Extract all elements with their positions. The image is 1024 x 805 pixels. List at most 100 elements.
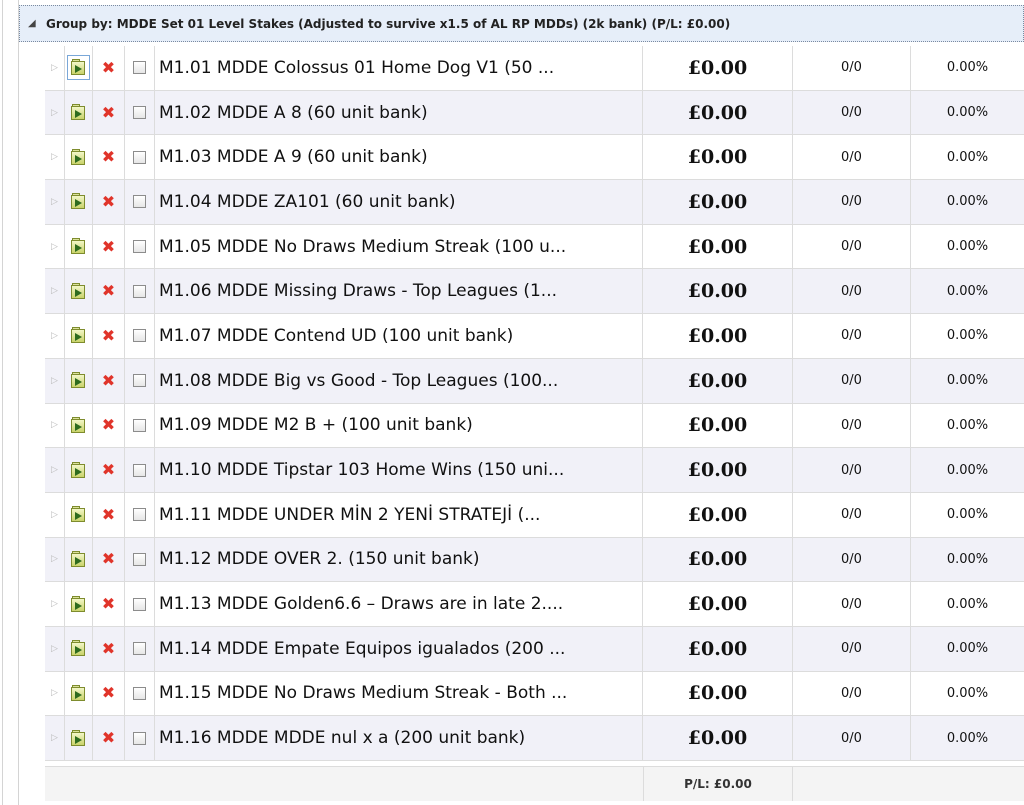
system-name[interactable]: M1.08 MDDE Big vs Good - Top Leagues (10… — [155, 358, 643, 403]
expand-arrow-icon[interactable]: ▷ — [51, 242, 58, 252]
delete-x-icon[interactable]: ✖ — [102, 417, 115, 433]
system-name[interactable]: M1.13 MDDE Golden6.6 – Draws are in late… — [155, 582, 643, 626]
table-row[interactable]: ▷ ✖ M1.02 MDDE A 8 (60 unit bank) £0.00 0/0 0… — [45, 90, 1024, 136]
system-name[interactable]: M1.03 MDDE A 9 (60 unit bank) — [155, 135, 643, 180]
row-checkbox[interactable] — [133, 418, 146, 432]
delete-x-icon[interactable]: ✖ — [102, 193, 115, 210]
open-system-icon[interactable] — [71, 506, 86, 523]
system-name[interactable]: M1.01 MDDE Colossus 01 Home Dog V1 (50 .… — [155, 46, 643, 90]
open-system-icon[interactable] — [71, 327, 86, 344]
open-system-icon[interactable] — [67, 55, 90, 81]
delete-x-icon[interactable]: ✖ — [102, 327, 115, 344]
row-checkbox[interactable] — [133, 552, 146, 566]
row-checkbox[interactable] — [133, 508, 146, 522]
system-name[interactable]: M1.14 MDDE Empate Equipos igualados (200… — [155, 626, 643, 671]
open-system-icon[interactable] — [71, 104, 86, 121]
expand-arrow-icon[interactable]: ▷ — [51, 644, 58, 654]
system-name[interactable]: M1.10 MDDE Tipstar 103 Home Wins (150 un… — [155, 448, 643, 492]
expand-arrow-icon[interactable]: ▷ — [51, 733, 58, 743]
strike-rate: 0.00% — [946, 417, 989, 433]
expand-arrow-icon[interactable]: ▷ — [51, 286, 58, 296]
expand-arrow-icon[interactable]: ▷ — [51, 331, 58, 341]
expand-arrow-icon[interactable]: ▷ — [51, 420, 58, 430]
expand-arrow-icon[interactable]: ▷ — [51, 376, 58, 386]
system-name[interactable]: M1.04 MDDE ZA101 (60 unit bank) — [155, 180, 643, 224]
delete-x-icon[interactable]: ✖ — [102, 596, 115, 612]
table-row[interactable]: ▷ ✖ M1.04 MDDE ZA101 (60 unit bank) £0.00 0/… — [45, 180, 1024, 225]
row-checkbox[interactable] — [133, 463, 146, 477]
open-system-icon[interactable] — [71, 640, 86, 657]
open-system-icon[interactable] — [71, 238, 86, 255]
expand-arrow-icon[interactable]: ▷ — [51, 510, 58, 520]
system-name[interactable]: M1.16 MDDE MDDE nul x a (200 unit bank) — [155, 716, 643, 760]
row-checkbox[interactable] — [133, 374, 146, 388]
system-name[interactable]: M1.06 MDDE Missing Draws - Top Leagues (… — [155, 269, 643, 314]
row-checkbox[interactable] — [133, 731, 146, 745]
expand-arrow-icon[interactable]: ▷ — [51, 197, 58, 207]
row-checkbox[interactable] — [133, 240, 146, 254]
expand-arrow-icon[interactable]: ▷ — [51, 465, 58, 475]
row-checkbox[interactable] — [133, 642, 146, 656]
table-row[interactable]: ▷ ✖ M1.03 MDDE A 9 (60 unit bank) £0.00 0/0 0… — [45, 135, 1024, 181]
delete-x-icon[interactable]: ✖ — [102, 238, 115, 255]
delete-x-icon[interactable]: ✖ — [102, 462, 115, 478]
table-row[interactable]: ▷ ✖ M1.10 MDDE Tipstar 103 Home Wins (150 … — [45, 448, 1024, 493]
expand-arrow-icon[interactable]: ▷ — [51, 554, 58, 564]
row-checkbox[interactable] — [133, 686, 146, 700]
row-checkbox[interactable] — [133, 61, 146, 75]
delete-x-icon[interactable]: ✖ — [102, 730, 115, 746]
row-checkbox[interactable] — [133, 106, 146, 120]
open-system-icon[interactable] — [71, 416, 86, 434]
table-row[interactable]: ▷ ✖ M1.12 MDDE OVER 2. (150 unit bank) £0.0… — [45, 537, 1024, 583]
system-name[interactable]: M1.02 MDDE A 8 (60 unit bank) — [155, 90, 643, 135]
open-system-icon[interactable] — [71, 148, 86, 166]
open-system-icon[interactable] — [71, 193, 86, 210]
table-row[interactable]: ▷ ✖ M1.07 MDDE Contend UD (100 unit bank) £… — [45, 314, 1024, 359]
system-name[interactable]: M1.12 MDDE OVER 2. (150 unit bank) — [155, 537, 643, 582]
delete-x-icon[interactable]: ✖ — [102, 283, 115, 299]
system-name[interactable]: M1.15 MDDE No Draws Medium Streak - Both… — [155, 671, 643, 716]
open-system-icon[interactable] — [71, 595, 86, 613]
delete-x-icon[interactable]: ✖ — [102, 104, 115, 121]
open-system-icon[interactable] — [71, 729, 86, 747]
system-name[interactable]: M1.07 MDDE Contend UD (100 unit bank) — [155, 314, 643, 358]
expand-arrow-icon[interactable]: ▷ — [51, 108, 58, 118]
delete-x-icon[interactable]: ✖ — [102, 149, 115, 165]
expand-arrow-icon[interactable]: ▷ — [51, 599, 58, 609]
expand-arrow-icon[interactable]: ▷ — [51, 63, 58, 73]
open-system-icon[interactable] — [71, 461, 86, 479]
expand-arrow-icon[interactable]: ▷ — [51, 152, 58, 162]
system-name[interactable]: M1.05 MDDE No Draws Medium Streak (100 u… — [155, 224, 643, 269]
delete-x-icon[interactable]: ✖ — [102, 59, 115, 76]
delete-x-icon[interactable]: ✖ — [102, 506, 115, 523]
delete-x-icon[interactable]: ✖ — [102, 685, 115, 701]
open-system-icon[interactable] — [71, 372, 86, 389]
table-row[interactable]: ▷ ✖ M1.11 MDDE UNDER MİN 2 YENİ STRATEJİ (… — [45, 492, 1024, 538]
table-row[interactable]: ▷ ✖ M1.15 MDDE No Draws Medium Streak - Bo… — [45, 671, 1024, 717]
table-row[interactable]: ▷ ✖ M1.08 MDDE Big vs Good - Top Leagues (… — [45, 358, 1024, 404]
row-checkbox[interactable] — [133, 597, 146, 611]
delete-x-icon[interactable]: ✖ — [102, 551, 115, 567]
row-checkbox[interactable] — [133, 329, 146, 343]
delete-x-icon[interactable]: ✖ — [102, 372, 115, 389]
collapse-triangle-icon[interactable]: ◢ — [28, 18, 40, 29]
profit-loss: £0.00 — [643, 671, 793, 716]
row-checkbox[interactable] — [133, 195, 146, 209]
table-row[interactable]: ▷ ✖ M1.06 MDDE Missing Draws - Top Leagues… — [45, 269, 1024, 315]
table-row[interactable]: ▷ ✖ M1.01 MDDE Colossus 01 Home Dog V1 (50… — [45, 46, 1024, 91]
table-row[interactable]: ▷ ✖ M1.14 MDDE Empate Equipos igualados (2… — [45, 626, 1024, 672]
expand-arrow-icon[interactable]: ▷ — [51, 688, 58, 698]
table-row[interactable]: ▷ ✖ M1.09 MDDE M2 B + (100 unit bank) £0.00… — [45, 403, 1024, 449]
row-checkbox[interactable] — [133, 150, 146, 164]
table-row[interactable]: ▷ ✖ M1.16 MDDE MDDE nul x a (200 unit bank… — [45, 716, 1024, 761]
open-system-icon[interactable] — [71, 684, 86, 702]
row-checkbox[interactable] — [133, 284, 146, 298]
system-name[interactable]: M1.11 MDDE UNDER MİN 2 YENİ STRATEJİ (..… — [155, 492, 643, 537]
open-system-icon[interactable] — [71, 550, 86, 568]
group-header[interactable]: ◢ Group by: MDDE Set 01 Level Stakes (Ad… — [19, 5, 1024, 42]
system-name[interactable]: M1.09 MDDE M2 B + (100 unit bank) — [155, 403, 643, 448]
open-system-icon[interactable] — [71, 282, 86, 300]
delete-x-icon[interactable]: ✖ — [102, 640, 115, 657]
table-row[interactable]: ▷ ✖ M1.05 MDDE No Draws Medium Streak (100… — [45, 224, 1024, 270]
table-row[interactable]: ▷ ✖ M1.13 MDDE Golden6.6 – Draws are in la… — [45, 582, 1024, 627]
